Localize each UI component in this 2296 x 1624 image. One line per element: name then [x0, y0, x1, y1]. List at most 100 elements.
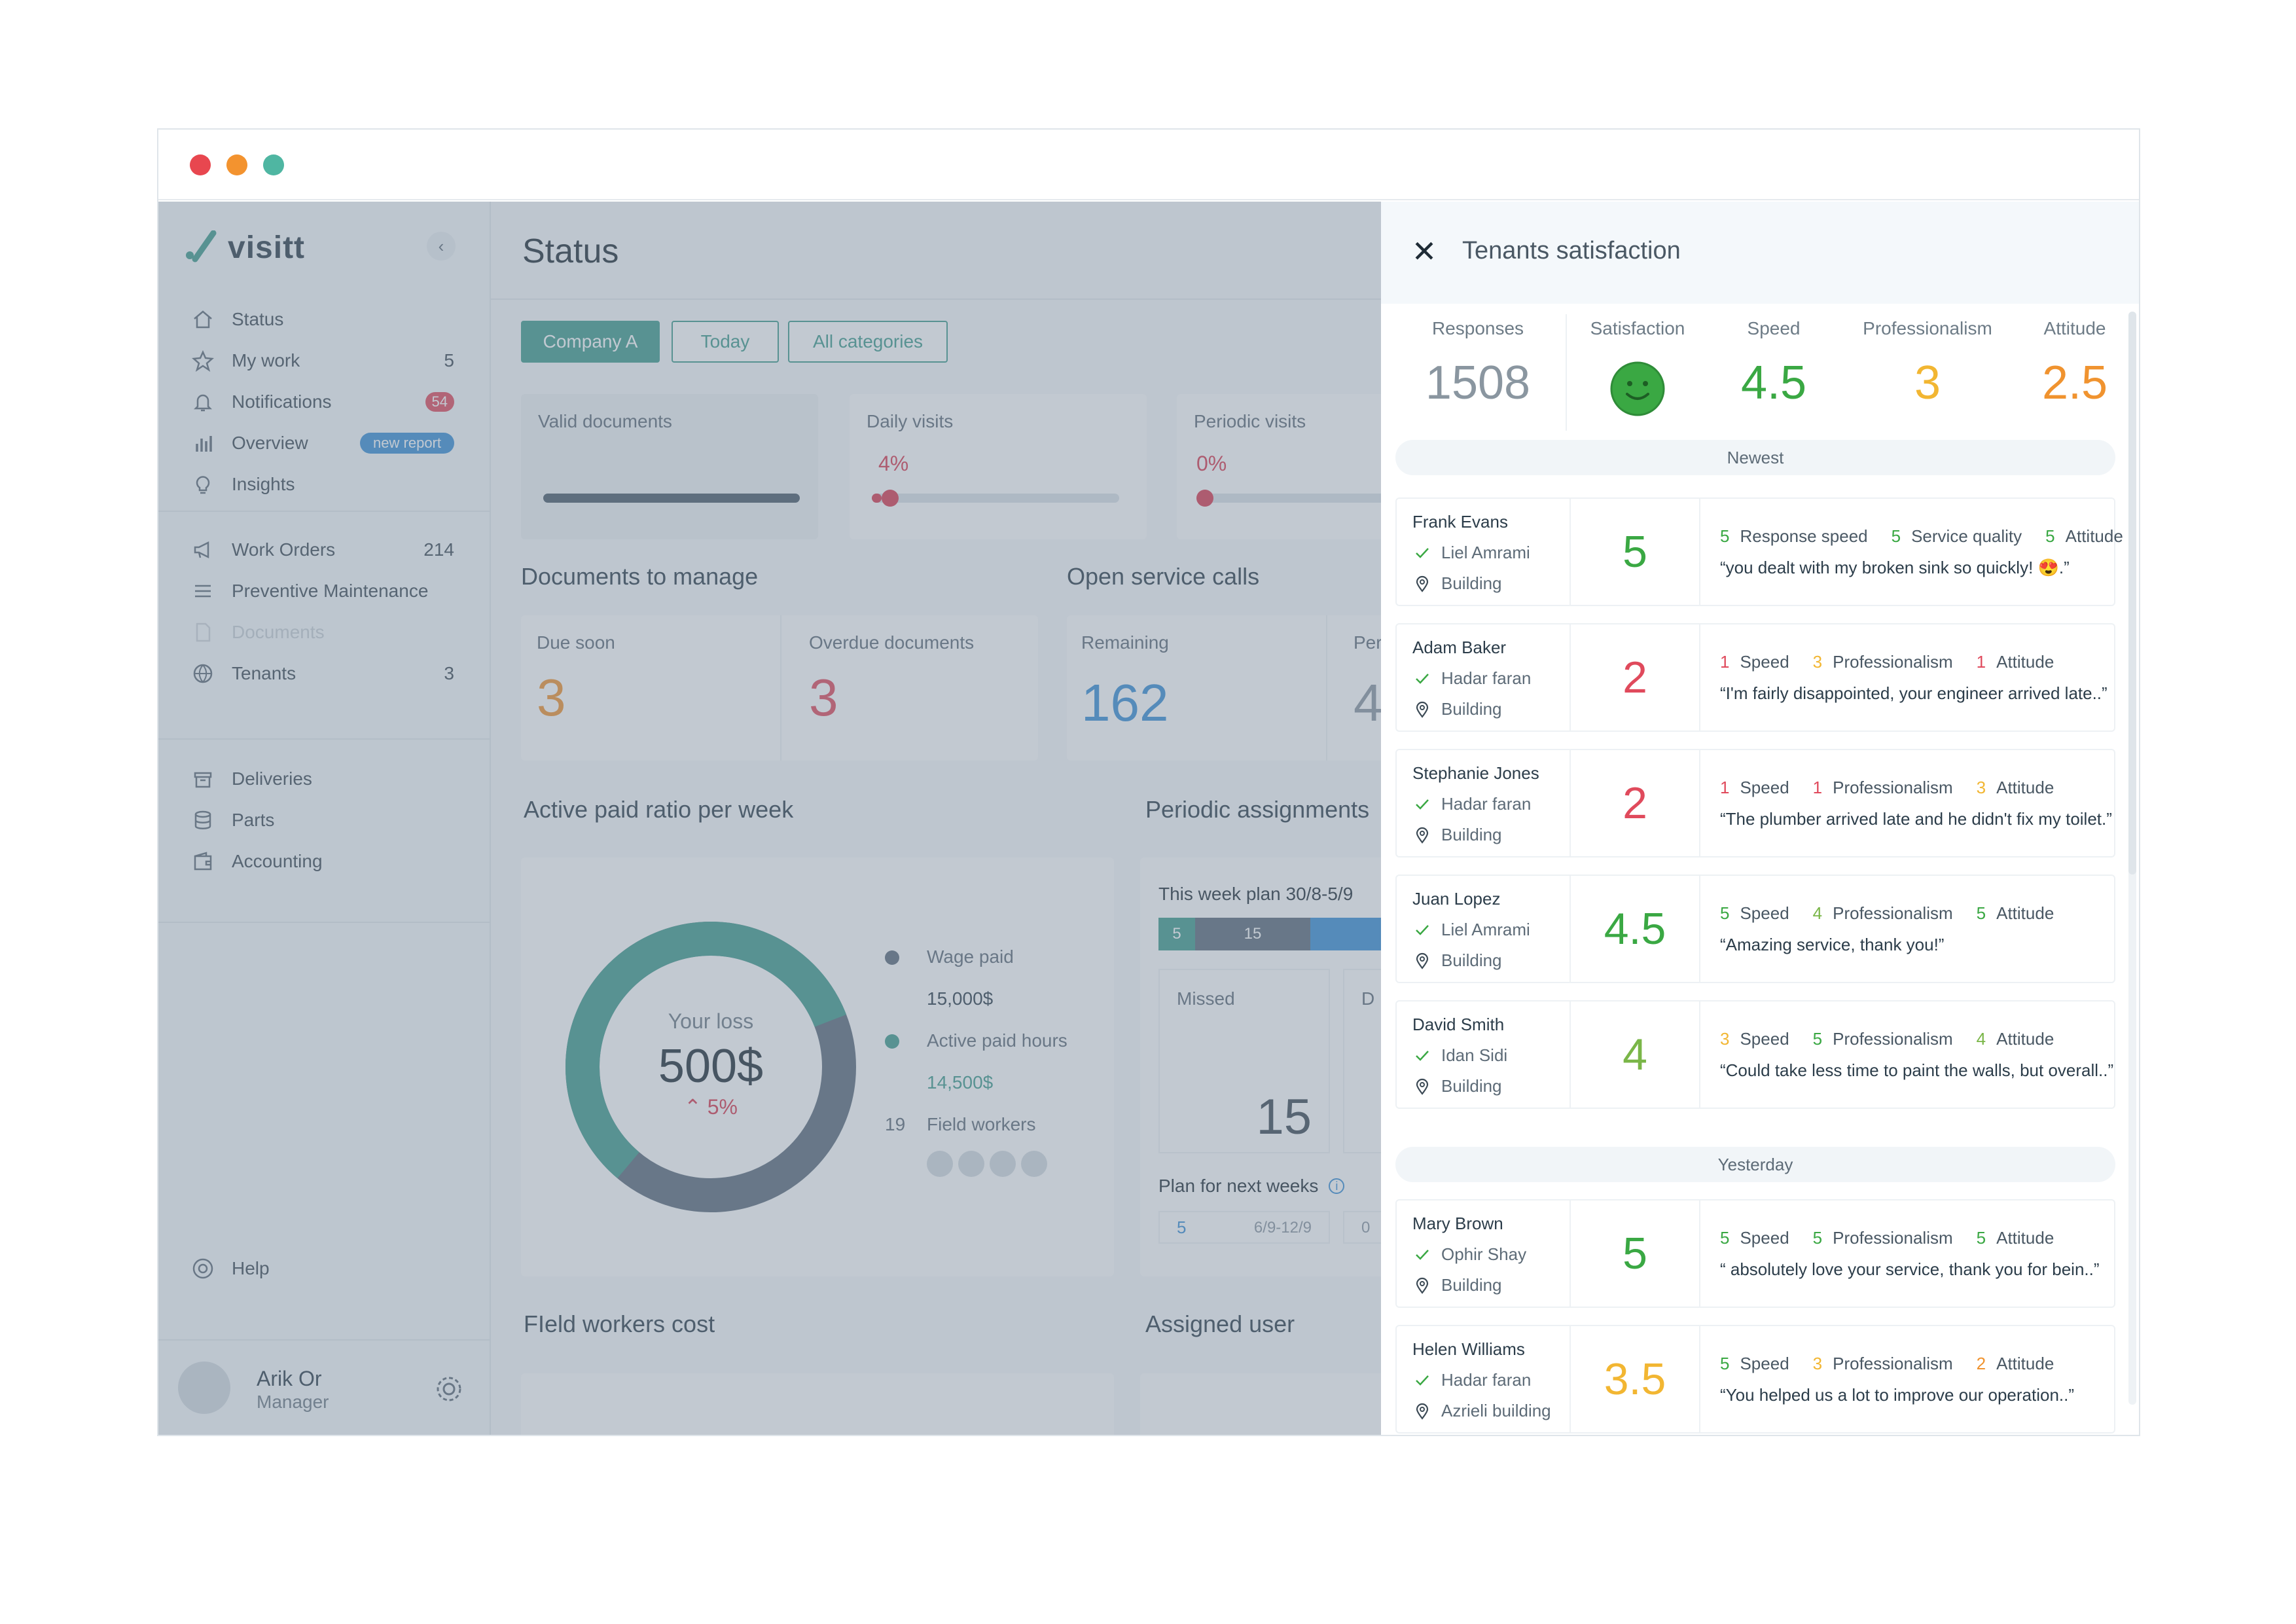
sidebar-item-my-work[interactable]: My work 5 — [158, 340, 490, 381]
avatar[interactable] — [990, 1151, 1016, 1177]
response-card[interactable]: Helen Williams Hadar faran Azrieli buildin… — [1395, 1325, 2115, 1434]
user-profile[interactable]: Arik Or Manager — [158, 1339, 490, 1435]
panel-header: ✕ Tenants satisfaction — [1381, 202, 2139, 304]
avatar[interactable] — [958, 1151, 984, 1177]
response-card[interactable]: Juan Lopez Liel Amrami Building 4.5 5 Speed 4 P… — [1395, 875, 2115, 983]
engineer-name: Liel Amrami — [1441, 920, 1530, 939]
metric-label: Professionalism — [1833, 1354, 1953, 1373]
next-week-cell[interactable]: 5 6/9-12/9 — [1158, 1211, 1330, 1244]
tenant-name: Adam Baker — [1412, 638, 1507, 657]
minimize-window-button[interactable] — [226, 154, 247, 175]
sidebar-item-insights[interactable]: Insights — [158, 463, 490, 505]
sidebar-item-accounting[interactable]: Accounting — [158, 840, 490, 882]
engineer-row: Ophir Shay — [1412, 1244, 1526, 1265]
close-panel-button[interactable]: ✕ — [1407, 234, 1441, 268]
location-pin-icon — [1412, 574, 1432, 594]
sidebar-item-preventive-maintenance[interactable]: Preventive Maintenance — [158, 570, 490, 611]
tenant-name: David Smith — [1412, 1015, 1505, 1034]
sidebar-item-notifications[interactable]: Notifications 54 — [158, 381, 490, 422]
engineer-name: Hadar faran — [1441, 1370, 1532, 1390]
overdue-value[interactable]: 3 — [809, 668, 838, 728]
check-icon — [1412, 1245, 1432, 1265]
progress-knob — [882, 490, 899, 507]
building-name: Azrieli building — [1441, 1401, 1551, 1420]
response-card[interactable]: Stephanie Jones Hadar faran Building 2 1 Spee… — [1395, 749, 2115, 857]
response-card[interactable]: Frank Evans Liel Amrami Building 5 5 Response… — [1395, 497, 2123, 606]
user-role: Manager — [257, 1392, 329, 1412]
metric-value: 5 — [1812, 1228, 1823, 1248]
window-titlebar — [158, 130, 2139, 200]
sidebar-item-parts[interactable]: Parts — [158, 799, 490, 840]
response-score: 5 — [1623, 1229, 1647, 1278]
sidebar-item-tenants[interactable]: Tenants 3 — [158, 653, 490, 694]
progress-bar — [543, 494, 800, 503]
card-divider — [1699, 1326, 1700, 1432]
metric-value: 1 — [1720, 778, 1730, 797]
plan-bar-segment[interactable]: 5 — [1158, 918, 1195, 950]
next-calls-value[interactable]: 4 — [1354, 673, 1383, 733]
panel-scrollbar-thumb[interactable] — [2128, 312, 2136, 875]
response-card[interactable]: Adam Baker Hadar faran Building 2 1 Speed 3 Pro… — [1395, 623, 2115, 732]
gear-icon[interactable] — [433, 1373, 465, 1405]
metric-value: 3 — [1720, 1029, 1730, 1049]
response-metrics: 1 Speed 1 Professionalism 3 Attitude — [1720, 778, 2077, 798]
panel-title: Tenants satisfaction — [1462, 237, 1681, 264]
page-title: Status — [522, 232, 619, 270]
maximize-window-button[interactable] — [263, 154, 284, 175]
response-quote: “Could take less time to paint the walls… — [1720, 1060, 2114, 1080]
stat-label: Satisfaction — [1590, 318, 1685, 338]
close-window-button[interactable] — [190, 154, 211, 175]
documents-card: Due soon 3 Overdue documents 3 — [521, 615, 1038, 761]
collapse-sidebar-button[interactable]: ‹ — [427, 232, 456, 261]
next-week-value: 5 — [1177, 1218, 1187, 1237]
building-name: Building — [1441, 573, 1502, 593]
avatar[interactable] — [1021, 1151, 1047, 1177]
sidebar-item-help[interactable]: Help — [158, 1248, 490, 1289]
building-name: Building — [1441, 825, 1502, 844]
sidebar-item-label: Insights — [232, 473, 295, 494]
nav-extra-group: Deliveries Parts Accounting — [158, 758, 490, 882]
metric-label: Attitude — [1996, 1029, 2054, 1049]
sidebar-item-status[interactable]: Status — [158, 298, 490, 340]
metric-value: 3 — [1976, 778, 1986, 797]
smiley-icon — [1610, 361, 1665, 416]
periodic-visits-value: 0% — [1196, 452, 1227, 475]
donut-center-value: 500$ — [658, 1040, 764, 1092]
bell-icon — [191, 390, 215, 414]
logo[interactable]: visitt — [183, 228, 305, 267]
metric-label: Speed — [1740, 1029, 1789, 1049]
legend-value: 14,500$ — [927, 1072, 994, 1092]
building-name: Building — [1441, 1275, 1502, 1295]
response-quote: “ absolutely love your service, thank yo… — [1720, 1259, 2100, 1279]
avatar[interactable] — [927, 1151, 953, 1177]
remaining-value[interactable]: 162 — [1081, 673, 1168, 733]
next-calls-label: Per — [1354, 632, 1382, 653]
response-card[interactable]: Mary Brown Ophir Shay Building 5 5 Speed 5 Prof… — [1395, 1199, 2115, 1308]
engineer-name: Liel Amrami — [1441, 543, 1530, 562]
sidebar-item-label: My work — [232, 350, 300, 370]
documents-section-title: Documents to manage — [521, 563, 759, 590]
metric-label: Attitude — [1996, 778, 2054, 797]
valid-documents-card[interactable]: Valid documents — [521, 394, 818, 539]
sidebar-item-label: Accounting — [232, 850, 323, 871]
missed-box: Missed 15 — [1158, 969, 1330, 1153]
response-quote: “I'm fairly disappointed, your engineer … — [1720, 683, 2108, 703]
sidebar-item-deliveries[interactable]: Deliveries — [158, 758, 490, 799]
tenant-name: Helen Williams — [1412, 1339, 1525, 1359]
due-soon-value[interactable]: 3 — [537, 668, 566, 728]
avatar — [178, 1362, 230, 1414]
filter-company[interactable]: Company A — [521, 321, 660, 363]
response-score: 4 — [1623, 1030, 1647, 1079]
sidebar-item-work-orders[interactable]: Work Orders 214 — [158, 529, 490, 570]
filter-date[interactable]: Today — [672, 321, 779, 363]
plan-bar-segment[interactable]: 15 — [1195, 918, 1310, 950]
sidebar-item-overview[interactable]: Overview new report — [158, 422, 490, 463]
sidebar-item-documents[interactable]: Documents — [158, 611, 490, 653]
daily-visits-card[interactable]: Daily visits 4% — [850, 394, 1147, 539]
chevron-left-icon: ‹ — [438, 236, 444, 256]
engineer-row: Liel Amrami — [1412, 920, 1530, 940]
info-icon[interactable]: i — [1329, 1178, 1345, 1194]
response-card[interactable]: David Smith Idan Sidi Building 4 3 Speed 5 Prof… — [1395, 1000, 2115, 1109]
filter-category[interactable]: All categories — [788, 321, 948, 363]
tenant-name: Mary Brown — [1412, 1214, 1503, 1233]
